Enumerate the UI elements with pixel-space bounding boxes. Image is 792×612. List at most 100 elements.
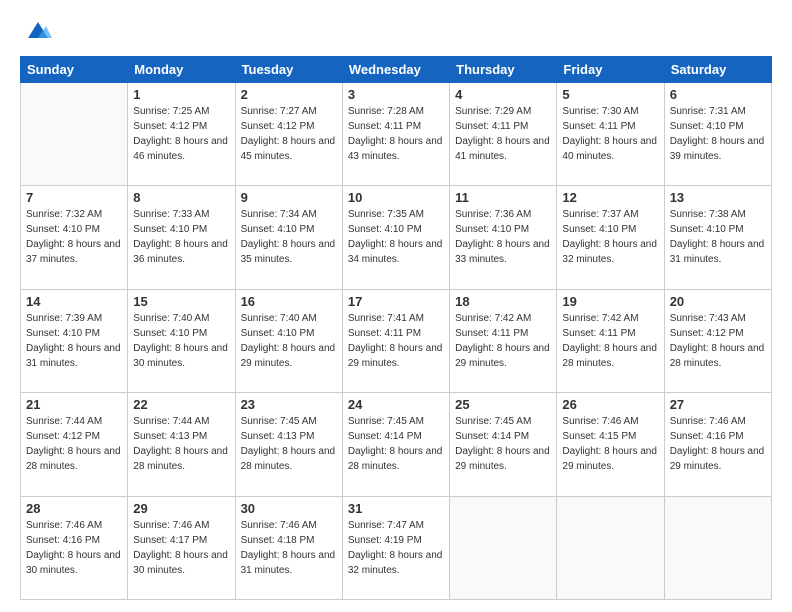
day-cell: 12 Sunrise: 7:37 AMSunset: 4:10 PMDayligh…	[557, 186, 664, 289]
day-info: Sunrise: 7:38 AMSunset: 4:10 PMDaylight:…	[670, 207, 766, 267]
day-number: 16	[241, 294, 337, 309]
logo	[20, 18, 52, 46]
day-cell: 17 Sunrise: 7:41 AMSunset: 4:11 PMDayligh…	[342, 289, 449, 392]
day-number: 24	[348, 397, 444, 412]
day-cell: 25 Sunrise: 7:45 AMSunset: 4:14 PMDayligh…	[450, 393, 557, 496]
header	[20, 18, 772, 46]
day-cell: 27 Sunrise: 7:46 AMSunset: 4:16 PMDayligh…	[664, 393, 771, 496]
day-info: Sunrise: 7:39 AMSunset: 4:10 PMDaylight:…	[26, 311, 122, 371]
day-cell: 18 Sunrise: 7:42 AMSunset: 4:11 PMDayligh…	[450, 289, 557, 392]
day-cell	[664, 496, 771, 599]
week-row-3: 14Sunrise: 7:39 AMSunset: 4:10 PMDayligh…	[21, 289, 772, 392]
day-info: Sunrise: 7:45 AMSunset: 4:14 PMDaylight:…	[348, 414, 444, 474]
day-cell: 22 Sunrise: 7:44 AMSunset: 4:13 PMDayligh…	[128, 393, 235, 496]
day-cell: 8 Sunrise: 7:33 AMSunset: 4:10 PMDaylight…	[128, 186, 235, 289]
col-header-friday: Friday	[557, 57, 664, 83]
day-number: 29	[133, 501, 229, 516]
day-info: Sunrise: 7:32 AMSunset: 4:10 PMDaylight:…	[26, 207, 122, 267]
day-info: Sunrise: 7:25 AMSunset: 4:12 PMDaylight:…	[133, 104, 229, 164]
day-number: 17	[348, 294, 444, 309]
day-number: 4	[455, 87, 551, 102]
day-cell: 13 Sunrise: 7:38 AMSunset: 4:10 PMDayligh…	[664, 186, 771, 289]
day-cell: 11 Sunrise: 7:36 AMSunset: 4:10 PMDayligh…	[450, 186, 557, 289]
day-info: Sunrise: 7:41 AMSunset: 4:11 PMDaylight:…	[348, 311, 444, 371]
day-info: Sunrise: 7:27 AMSunset: 4:12 PMDaylight:…	[241, 104, 337, 164]
day-info: Sunrise: 7:28 AMSunset: 4:11 PMDaylight:…	[348, 104, 444, 164]
day-number: 18	[455, 294, 551, 309]
day-number: 30	[241, 501, 337, 516]
day-number: 7	[26, 190, 122, 205]
day-cell: 21 Sunrise: 7:44 AMSunset: 4:12 PMDayligh…	[21, 393, 128, 496]
day-info: Sunrise: 7:40 AMSunset: 4:10 PMDaylight:…	[133, 311, 229, 371]
day-number: 20	[670, 294, 766, 309]
day-info: Sunrise: 7:45 AMSunset: 4:13 PMDaylight:…	[241, 414, 337, 474]
day-cell: 28 Sunrise: 7:46 AMSunset: 4:16 PMDayligh…	[21, 496, 128, 599]
day-number: 6	[670, 87, 766, 102]
day-cell: 20Sunrise: 7:43 AMSunset: 4:12 PMDayligh…	[664, 289, 771, 392]
day-info: Sunrise: 7:44 AMSunset: 4:13 PMDaylight:…	[133, 414, 229, 474]
day-info: Sunrise: 7:47 AMSunset: 4:19 PMDaylight:…	[348, 518, 444, 578]
day-number: 8	[133, 190, 229, 205]
day-number: 28	[26, 501, 122, 516]
day-info: Sunrise: 7:44 AMSunset: 4:12 PMDaylight:…	[26, 414, 122, 474]
day-info: Sunrise: 7:37 AMSunset: 4:10 PMDaylight:…	[562, 207, 658, 267]
day-info: Sunrise: 7:42 AMSunset: 4:11 PMDaylight:…	[455, 311, 551, 371]
day-cell: 29 Sunrise: 7:46 AMSunset: 4:17 PMDayligh…	[128, 496, 235, 599]
page: SundayMondayTuesdayWednesdayThursdayFrid…	[0, 0, 792, 612]
day-cell: 15 Sunrise: 7:40 AMSunset: 4:10 PMDayligh…	[128, 289, 235, 392]
day-info: Sunrise: 7:46 AMSunset: 4:15 PMDaylight:…	[562, 414, 658, 474]
col-header-tuesday: Tuesday	[235, 57, 342, 83]
day-number: 27	[670, 397, 766, 412]
day-info: Sunrise: 7:42 AMSunset: 4:11 PMDaylight:…	[562, 311, 658, 371]
day-cell: 24 Sunrise: 7:45 AMSunset: 4:14 PMDayligh…	[342, 393, 449, 496]
day-number: 12	[562, 190, 658, 205]
day-cell	[21, 83, 128, 186]
day-cell: 3 Sunrise: 7:28 AMSunset: 4:11 PMDaylight…	[342, 83, 449, 186]
day-cell: 10Sunrise: 7:35 AMSunset: 4:10 PMDayligh…	[342, 186, 449, 289]
week-row-1: 1 Sunrise: 7:25 AMSunset: 4:12 PMDaylight…	[21, 83, 772, 186]
day-info: Sunrise: 7:46 AMSunset: 4:16 PMDaylight:…	[670, 414, 766, 474]
day-info: Sunrise: 7:34 AMSunset: 4:10 PMDaylight:…	[241, 207, 337, 267]
day-info: Sunrise: 7:31 AMSunset: 4:10 PMDaylight:…	[670, 104, 766, 164]
day-number: 11	[455, 190, 551, 205]
day-number: 9	[241, 190, 337, 205]
day-info: Sunrise: 7:40 AMSunset: 4:10 PMDaylight:…	[241, 311, 337, 371]
day-number: 19	[562, 294, 658, 309]
day-info: Sunrise: 7:29 AMSunset: 4:11 PMDaylight:…	[455, 104, 551, 164]
day-cell: 4 Sunrise: 7:29 AMSunset: 4:11 PMDaylight…	[450, 83, 557, 186]
day-cell: 16 Sunrise: 7:40 AMSunset: 4:10 PMDayligh…	[235, 289, 342, 392]
day-info: Sunrise: 7:46 AMSunset: 4:16 PMDaylight:…	[26, 518, 122, 578]
day-cell	[450, 496, 557, 599]
day-cell: 2 Sunrise: 7:27 AMSunset: 4:12 PMDaylight…	[235, 83, 342, 186]
day-number: 3	[348, 87, 444, 102]
day-cell: 1 Sunrise: 7:25 AMSunset: 4:12 PMDaylight…	[128, 83, 235, 186]
day-cell: 23 Sunrise: 7:45 AMSunset: 4:13 PMDayligh…	[235, 393, 342, 496]
day-number: 22	[133, 397, 229, 412]
day-info: Sunrise: 7:33 AMSunset: 4:10 PMDaylight:…	[133, 207, 229, 267]
day-cell: 30 Sunrise: 7:46 AMSunset: 4:18 PMDayligh…	[235, 496, 342, 599]
day-number: 10	[348, 190, 444, 205]
col-header-saturday: Saturday	[664, 57, 771, 83]
day-info: Sunrise: 7:36 AMSunset: 4:10 PMDaylight:…	[455, 207, 551, 267]
week-row-2: 7 Sunrise: 7:32 AMSunset: 4:10 PMDaylight…	[21, 186, 772, 289]
day-info: Sunrise: 7:45 AMSunset: 4:14 PMDaylight:…	[455, 414, 551, 474]
day-number: 21	[26, 397, 122, 412]
week-row-5: 28 Sunrise: 7:46 AMSunset: 4:16 PMDayligh…	[21, 496, 772, 599]
day-number: 25	[455, 397, 551, 412]
day-info: Sunrise: 7:46 AMSunset: 4:17 PMDaylight:…	[133, 518, 229, 578]
day-number: 15	[133, 294, 229, 309]
day-cell: 6 Sunrise: 7:31 AMSunset: 4:10 PMDaylight…	[664, 83, 771, 186]
day-number: 23	[241, 397, 337, 412]
day-number: 26	[562, 397, 658, 412]
day-number: 13	[670, 190, 766, 205]
calendar-header-row: SundayMondayTuesdayWednesdayThursdayFrid…	[21, 57, 772, 83]
day-cell: 31 Sunrise: 7:47 AMSunset: 4:19 PMDayligh…	[342, 496, 449, 599]
day-cell	[557, 496, 664, 599]
day-info: Sunrise: 7:46 AMSunset: 4:18 PMDaylight:…	[241, 518, 337, 578]
day-number: 2	[241, 87, 337, 102]
day-number: 31	[348, 501, 444, 516]
col-header-thursday: Thursday	[450, 57, 557, 83]
week-row-4: 21 Sunrise: 7:44 AMSunset: 4:12 PMDayligh…	[21, 393, 772, 496]
calendar-table: SundayMondayTuesdayWednesdayThursdayFrid…	[20, 56, 772, 600]
day-number: 1	[133, 87, 229, 102]
